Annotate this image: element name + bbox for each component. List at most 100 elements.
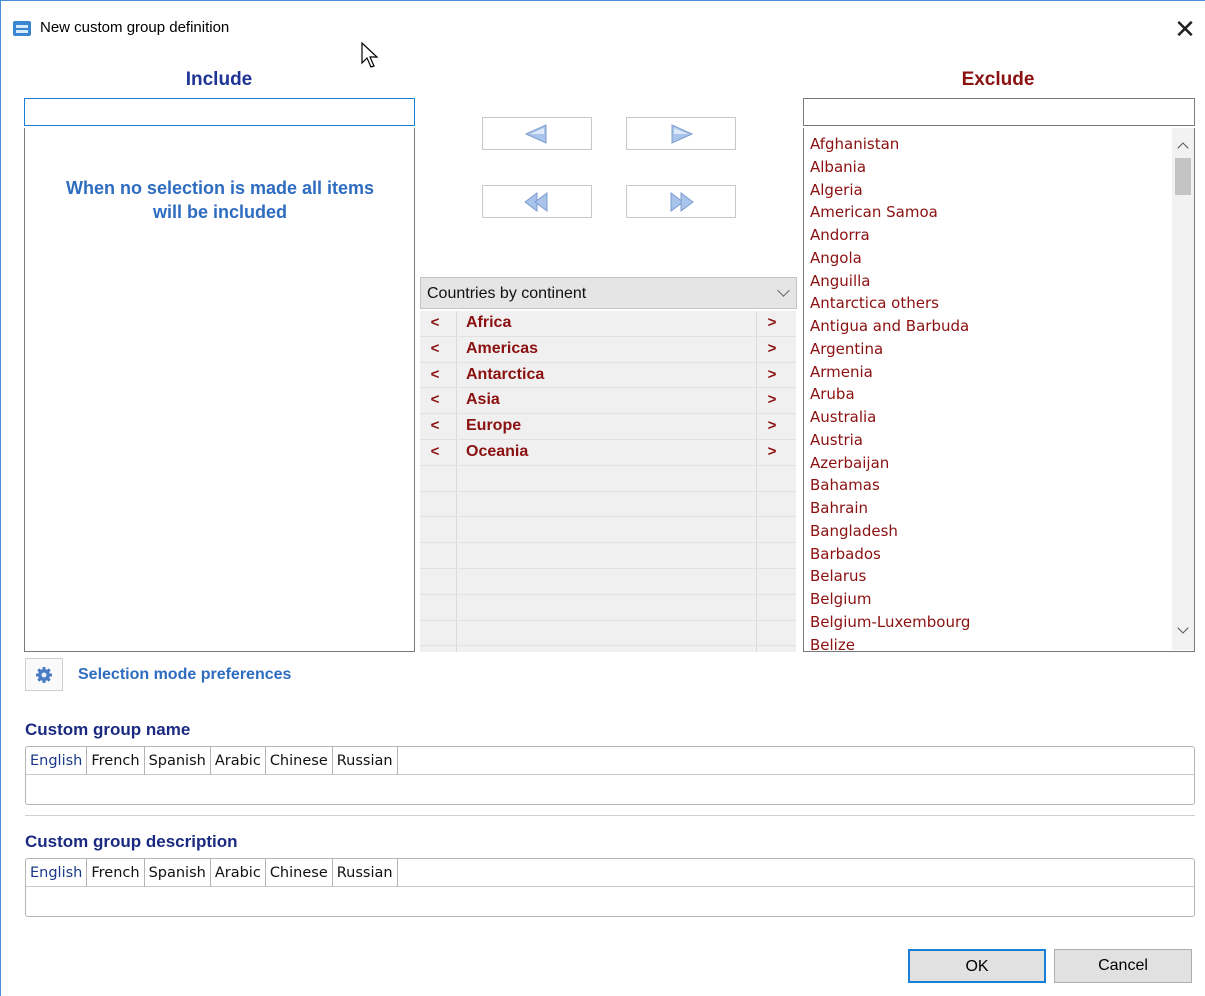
empty-grid-row	[420, 569, 796, 595]
exclude-list-item[interactable]: Angola	[810, 247, 1170, 270]
exclude-group-button[interactable]: >	[757, 443, 787, 460]
window-frame-left	[0, 0, 1, 996]
double-arrow-left-icon	[524, 191, 548, 212]
group-row: < Asia >	[420, 388, 796, 415]
tab-english[interactable]: English	[26, 747, 88, 775]
move-all-left-button[interactable]	[482, 185, 592, 218]
cancel-button[interactable]: Cancel	[1054, 949, 1192, 983]
include-group-button[interactable]: <	[420, 314, 450, 331]
description-language-tabs: English French Spanish Arabic Chinese Russian	[26, 859, 1194, 887]
exclude-list-item[interactable]: Antarctica others	[810, 292, 1170, 315]
exclude-items: Afghanistan Albania Algeria American Samoa A…	[810, 133, 1170, 652]
exclude-group-button[interactable]: >	[757, 366, 787, 383]
tab-chinese[interactable]: Chinese	[266, 859, 333, 887]
group-row: < Americas >	[420, 337, 796, 363]
tab-chinese[interactable]: Chinese	[266, 747, 333, 775]
custom-group-description-input[interactable]	[26, 888, 1194, 916]
exclude-list-item[interactable]: Aruba	[810, 383, 1170, 406]
exclude-list-item[interactable]: Barbados	[810, 543, 1170, 566]
exclude-group-button[interactable]: >	[757, 417, 787, 434]
exclude-filter-input[interactable]	[803, 98, 1195, 126]
tab-french[interactable]: French	[87, 747, 145, 775]
exclude-list-item[interactable]: Belgium	[810, 588, 1170, 611]
exclude-list-item[interactable]: Albania	[810, 156, 1170, 179]
include-group-button[interactable]: <	[420, 366, 450, 383]
include-empty-message: When no selection is made all items will…	[65, 178, 375, 222]
exclude-list-item[interactable]: Austria	[810, 429, 1170, 452]
include-group-button[interactable]: <	[420, 340, 450, 357]
double-arrow-right-icon	[670, 191, 694, 212]
exclude-list-item[interactable]: Bahamas	[810, 474, 1170, 497]
include-group-button[interactable]: <	[420, 417, 450, 434]
exclude-list-item[interactable]: Bangladesh	[810, 520, 1170, 543]
exclude-list-item[interactable]: Australia	[810, 406, 1170, 429]
group-type-select-value: Countries by continent	[427, 285, 587, 302]
exclude-list-item[interactable]: Belarus	[810, 565, 1170, 588]
arrow-right-icon	[671, 123, 694, 144]
exclude-list-item[interactable]: Antigua and Barbuda	[810, 315, 1170, 338]
tab-spanish[interactable]: Spanish	[145, 859, 211, 887]
tab-russian[interactable]: Russian	[333, 747, 398, 775]
exclude-list-item[interactable]: Armenia	[810, 361, 1170, 384]
group-name[interactable]: Africa	[466, 314, 511, 332]
exclude-list-item[interactable]: Azerbaijan	[810, 452, 1170, 475]
scroll-up-icon[interactable]	[1177, 142, 1189, 154]
exclude-list[interactable]: Afghanistan Albania Algeria American Samoa A…	[803, 128, 1195, 652]
move-all-right-button[interactable]	[626, 185, 736, 218]
name-language-tabs: English French Spanish Arabic Chinese Russian	[26, 747, 1194, 775]
tab-english[interactable]: English	[26, 859, 88, 887]
exclude-list-item[interactable]: Afghanistan	[810, 133, 1170, 156]
group-name[interactable]: Antarctica	[466, 366, 544, 384]
tab-russian[interactable]: Russian	[333, 859, 398, 887]
empty-grid-row	[420, 621, 796, 647]
exclude-scrollbar[interactable]	[1172, 128, 1194, 650]
empty-grid-row	[420, 543, 796, 569]
group-name[interactable]: Oceania	[466, 443, 528, 461]
tab-spanish[interactable]: Spanish	[145, 747, 211, 775]
group-name[interactable]: Europe	[466, 417, 521, 435]
move-left-button[interactable]	[482, 117, 592, 150]
custom-group-description-label: Custom group description	[25, 832, 238, 851]
group-name[interactable]: Asia	[466, 391, 500, 409]
mouse-cursor-icon	[361, 42, 379, 68]
empty-grid-row	[420, 595, 796, 621]
include-group-button[interactable]: <	[420, 443, 450, 460]
exclude-list-item[interactable]: Argentina	[810, 338, 1170, 361]
exclude-list-item[interactable]: Bahrain	[810, 497, 1170, 520]
exclude-list-item[interactable]: Anguilla	[810, 270, 1170, 293]
exclude-list-item[interactable]: Algeria	[810, 179, 1170, 202]
exclude-list-item[interactable]: American Samoa	[810, 201, 1170, 224]
exclude-list-item[interactable]: Andorra	[810, 224, 1170, 247]
selection-mode-button[interactable]	[25, 658, 63, 691]
include-group-button[interactable]: <	[420, 391, 450, 408]
exclude-group-button[interactable]: >	[757, 314, 787, 331]
tab-french[interactable]: French	[87, 859, 145, 887]
window-title: New custom group definition	[40, 19, 230, 36]
exclude-list-item[interactable]: Belize	[810, 634, 1170, 652]
scroll-down-icon[interactable]	[1177, 622, 1189, 634]
selection-mode-link[interactable]: Selection mode preferences	[78, 666, 291, 684]
move-right-button[interactable]	[626, 117, 736, 150]
custom-group-name-input[interactable]	[26, 776, 1194, 804]
empty-grid-row	[420, 492, 796, 518]
exclude-group-button[interactable]: >	[757, 340, 787, 357]
ok-button[interactable]: OK	[908, 949, 1046, 983]
custom-group-name-field: English French Spanish Arabic Chinese Russian	[25, 746, 1195, 805]
exclude-list-item[interactable]: Belgium-Luxembourg	[810, 611, 1170, 634]
empty-grid-row	[420, 466, 796, 492]
window-frame-top	[0, 0, 1205, 1]
empty-grid-row	[420, 517, 796, 544]
arrow-left-icon	[524, 123, 547, 144]
close-icon[interactable]: ✕	[1170, 14, 1200, 44]
include-filter-input[interactable]	[24, 98, 415, 126]
app-icon	[13, 21, 31, 36]
exclude-group-button[interactable]: >	[757, 391, 787, 408]
group-type-select[interactable]: Countries by continent	[420, 277, 797, 309]
group-row: < Africa >	[420, 311, 796, 337]
group-name[interactable]: Americas	[466, 340, 538, 358]
include-list[interactable]: When no selection is made all items will…	[24, 128, 415, 652]
tab-arabic[interactable]: Arabic	[211, 859, 266, 887]
include-heading: Include	[185, 69, 253, 90]
tab-arabic[interactable]: Arabic	[211, 747, 266, 775]
scroll-thumb[interactable]	[1175, 158, 1191, 195]
